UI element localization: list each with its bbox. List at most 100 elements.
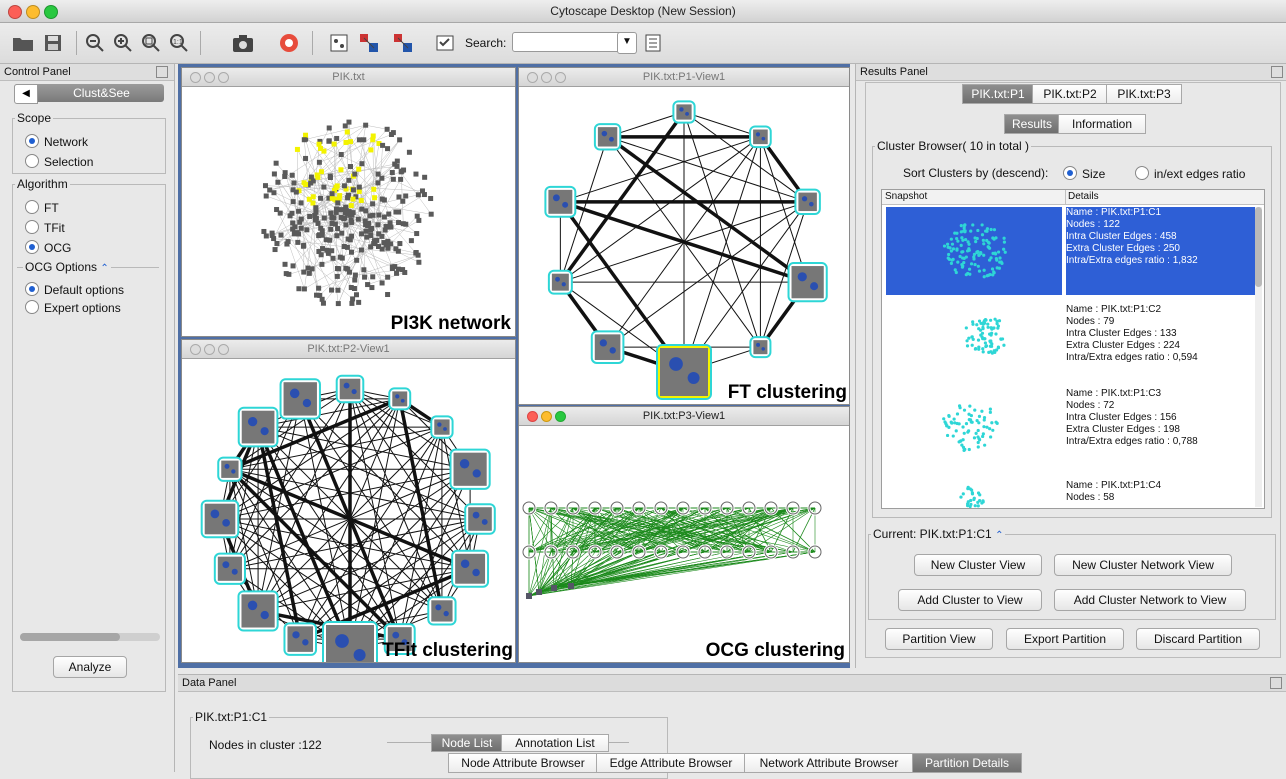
add-cluster-to-view-button[interactable]: Add Cluster to View: [898, 589, 1042, 611]
analyze-button[interactable]: Analyze: [53, 656, 127, 678]
meta-node-dot: [335, 634, 349, 648]
network-node: [334, 136, 339, 141]
add-cluster-network-to-view-button[interactable]: Add Cluster Network to View: [1054, 589, 1246, 611]
table-row[interactable]: Name : PIK.txt:P1:C4 Nodes : 58: [886, 472, 1258, 509]
zoom-out-icon[interactable]: [82, 30, 108, 56]
save-icon[interactable]: [40, 30, 66, 56]
network-node: [392, 162, 397, 167]
zoom-in-icon[interactable]: [110, 30, 136, 56]
snapshot-node: [986, 326, 989, 329]
tab-results[interactable]: Results: [1004, 114, 1060, 134]
float-panel-icon[interactable]: [156, 66, 168, 78]
ocg-edge: [529, 552, 727, 596]
tab-node-list[interactable]: Node List: [431, 734, 503, 752]
tab-back-arrow-icon[interactable]: ◀: [14, 84, 38, 104]
algorithm-ft-radio[interactable]: FT: [25, 200, 59, 215]
horizontal-scrollbar[interactable]: [20, 633, 160, 641]
new-cluster-network-view-button[interactable]: New Cluster Network View: [1054, 554, 1232, 576]
network-node: [274, 161, 279, 166]
table-row[interactable]: Name : PIK.txt:P1:C1 Nodes : 122 Intra C…: [886, 207, 1258, 295]
algorithm-ocg-radio[interactable]: OCG: [25, 240, 71, 255]
ocg-options-label: OCG Options: [25, 260, 97, 274]
network-node: [307, 214, 312, 219]
network-node: [279, 233, 284, 238]
cluster-table[interactable]: Snapshot Details Name : PIK.txt:P1:C1 No…: [881, 189, 1265, 509]
zoom-selected-icon[interactable]: [138, 30, 164, 56]
layout-icon[interactable]: [356, 30, 382, 56]
snapshot-node: [998, 319, 1001, 322]
zoom-fit-icon[interactable]: 1:1: [166, 30, 192, 56]
vertical-scrollbar[interactable]: [1255, 207, 1262, 507]
collapse-chevron-icon[interactable]: ⌃: [995, 530, 1003, 541]
new-cluster-view-button[interactable]: New Cluster View: [914, 554, 1042, 576]
collapse-chevron-icon[interactable]: ⌃: [100, 263, 108, 274]
search-options-icon[interactable]: [640, 30, 666, 56]
network-window-pik[interactable]: PIK.txt PI3K network: [181, 67, 516, 337]
table-row[interactable]: Name : PIK.txt:P1:C2 Nodes : 79 Intra Cl…: [886, 300, 1258, 388]
meta-node-thumbnail: [221, 461, 238, 478]
meta-node-thumbnail: [392, 391, 407, 406]
sort-ratio-radio[interactable]: in/ext edges ratio: [1135, 166, 1245, 181]
new-network-icon[interactable]: [326, 30, 352, 56]
network-node: [303, 156, 308, 161]
help-lifebuoy-icon[interactable]: [276, 30, 302, 56]
ocg-options-legend[interactable]: OCG Options ⌃: [23, 260, 111, 274]
network-node: [390, 265, 395, 270]
tab-annotation-list[interactable]: Annotation List: [501, 734, 609, 752]
discard-partition-button[interactable]: Discard Partition: [1136, 628, 1260, 650]
snapshot-node: [978, 253, 981, 256]
meta-node-dot: [762, 137, 766, 141]
network-node: [332, 142, 337, 147]
tab-edge-attribute-browser[interactable]: Edge Attribute Browser: [596, 753, 746, 773]
ocg-expert-options-radio[interactable]: Expert options: [25, 300, 121, 315]
network-node: [343, 222, 348, 227]
tab-information[interactable]: Information: [1058, 114, 1146, 134]
export-partition-button[interactable]: Export Partition: [1006, 628, 1124, 650]
table-row[interactable]: Name : PIK.txt:P1:C3 Nodes : 72 Intra Cl…: [886, 386, 1258, 474]
network-node: [274, 207, 279, 212]
ocg-node: [551, 585, 557, 591]
meta-node-dot: [685, 112, 689, 116]
filter-icon[interactable]: [432, 30, 458, 56]
snapshot-node: [958, 406, 961, 409]
algorithm-tfit-radio[interactable]: TFit: [25, 220, 65, 235]
current-cluster-label: Current: PIK.txt:P1:C1: [873, 527, 992, 541]
meta-node-dot: [473, 469, 481, 477]
snapshot-node: [970, 489, 973, 492]
search-dropdown-icon[interactable]: ▼: [617, 32, 637, 54]
open-folder-icon[interactable]: [10, 30, 36, 56]
tab-partition-details[interactable]: Partition Details: [912, 753, 1022, 773]
radio-icon: [25, 300, 39, 314]
tab-partition-p2[interactable]: PIK.txt:P2: [1032, 84, 1108, 104]
snapshot-node: [990, 421, 993, 424]
float-panel-icon[interactable]: [1271, 66, 1283, 78]
tab-network-attribute-browser[interactable]: Network Attribute Browser: [744, 753, 914, 773]
sort-size-radio[interactable]: Size: [1063, 166, 1105, 181]
partition-view-button[interactable]: Partition View: [885, 628, 993, 650]
search-input[interactable]: [512, 32, 622, 52]
network-node: [396, 194, 401, 199]
meta-node-dot: [225, 464, 230, 469]
current-cluster-legend[interactable]: Current: PIK.txt:P1:C1 ⌃: [871, 527, 1005, 541]
tab-partition-p1[interactable]: PIK.txt:P1: [962, 84, 1034, 104]
camera-icon[interactable]: [230, 30, 256, 56]
meta-node-thumbnail: [552, 274, 569, 291]
scope-selection-radio[interactable]: Selection: [25, 154, 93, 169]
network-window-p3[interactable]: PIK.txt:P3-View1 OCG clustering: [518, 406, 850, 663]
float-panel-icon[interactable]: [1270, 677, 1282, 689]
meta-node-dot: [261, 611, 269, 619]
scope-network-radio[interactable]: Network: [25, 134, 88, 149]
tab-partition-p3[interactable]: PIK.txt:P3: [1106, 84, 1182, 104]
network-window-p2[interactable]: PIK.txt:P2-View1 TFit clustering: [181, 339, 516, 663]
ocg-default-options-radio[interactable]: Default options: [25, 282, 124, 297]
snapshot-node: [946, 243, 949, 246]
algorithm-group: Algorithm FT TFit OCG OCG Options ⌃ Defa…: [12, 184, 166, 692]
tab-node-attribute-browser[interactable]: Node Attribute Browser: [448, 753, 598, 773]
snapshot-node: [971, 323, 974, 326]
snapshot-node: [961, 239, 964, 242]
meta-node: [281, 379, 320, 418]
tab-clust-and-see[interactable]: ◀ Clust&See: [14, 84, 164, 102]
network-node: [349, 234, 354, 239]
layout-2-icon[interactable]: [390, 30, 416, 56]
network-window-p1[interactable]: PIK.txt:P1-View1 FT clustering: [518, 67, 850, 405]
